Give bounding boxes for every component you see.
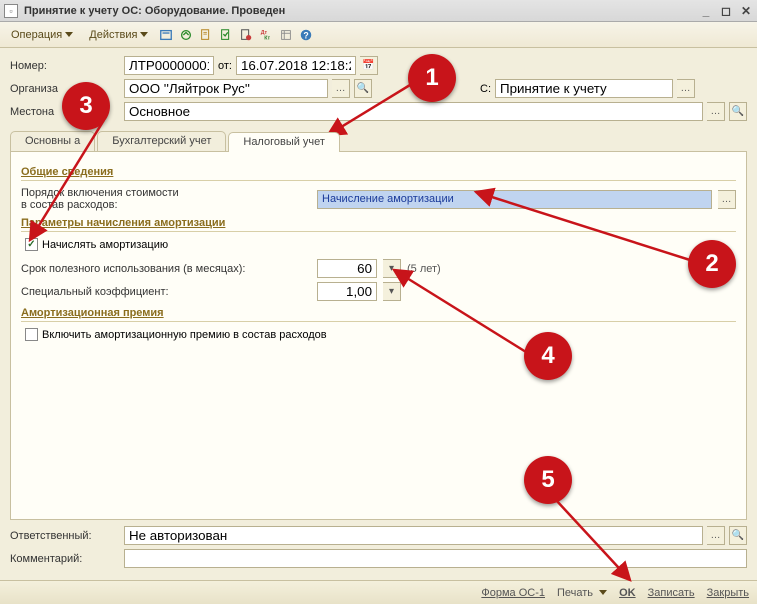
search-icon[interactable]: 🔍 (729, 526, 747, 545)
responsible-input[interactable] (124, 526, 703, 545)
comment-label: Комментарий: (10, 553, 120, 565)
ellipsis-icon[interactable]: … (332, 79, 350, 98)
ellipsis-icon[interactable]: … (677, 79, 695, 98)
ellipsis-icon[interactable]: … (718, 190, 736, 209)
section-general: Общие сведения (21, 166, 736, 181)
cost-inclusion-label2: в состав расходов: (21, 199, 311, 211)
tab-tax[interactable]: Налоговый учет (228, 132, 340, 152)
calendar-icon[interactable]: 📅 (360, 56, 378, 75)
useful-life-label: Срок полезного использования (в месяцах)… (21, 263, 311, 275)
tab-bar: Основны а Бухгалтерский учет Налоговый у… (10, 131, 747, 151)
ellipsis-icon[interactable]: … (707, 526, 725, 545)
bonus-checkbox[interactable] (25, 328, 38, 341)
form-bottom: Ответственный: … 🔍 Комментарий: (10, 520, 747, 572)
marker-3: 3 (62, 82, 110, 130)
caret-icon (599, 590, 607, 595)
cost-inclusion-label1: Порядок включения стоимости (21, 187, 311, 199)
calc-amort-checkbox[interactable]: ✓ (25, 238, 38, 251)
tool-icon-6[interactable]: ДтКт (257, 26, 275, 44)
tool-icon-4[interactable] (217, 26, 235, 44)
caret-icon (65, 32, 73, 37)
print-menu[interactable]: Печать (557, 587, 607, 599)
stepper-icon[interactable]: ▾ (383, 259, 401, 278)
cost-inclusion-select[interactable]: Начисление амортизации (317, 190, 712, 209)
tab-main[interactable]: Основны а (10, 131, 95, 151)
section-bonus: Амортизационная премия (21, 307, 736, 322)
search-icon[interactable]: 🔍 (729, 102, 747, 121)
ellipsis-icon[interactable]: … (707, 102, 725, 121)
useful-life-years: (5 лет) (407, 263, 441, 275)
operation-menu[interactable]: Операция (4, 26, 80, 44)
footer: Форма ОС-1 Печать OK Записать Закрыть (0, 580, 757, 604)
responsible-label: Ответственный: (10, 530, 120, 542)
marker-4: 4 (524, 332, 572, 380)
type-input[interactable] (495, 79, 673, 98)
titlebar: ▫ Принятие к учету ОС: Оборудование. Про… (0, 0, 757, 22)
svg-text:Кт: Кт (265, 35, 271, 41)
section-amort: Параметры начисления амортизации (21, 217, 736, 232)
calc-amort-label: Начислять амортизацию (42, 239, 168, 251)
window-title: Принятие к учету ОС: Оборудование. Прове… (24, 5, 699, 17)
actions-menu[interactable]: Действия (82, 26, 155, 44)
search-icon[interactable]: 🔍 (354, 79, 372, 98)
stepper-icon[interactable]: ▾ (383, 282, 401, 301)
marker-2: 2 (688, 240, 736, 288)
help-icon[interactable]: ? (297, 26, 315, 44)
caret-icon (140, 32, 148, 37)
minimize-button[interactable]: _ (699, 4, 713, 18)
close-link[interactable]: Закрыть (707, 587, 749, 599)
toolbar: Операция Действия ДтКт ? (0, 22, 757, 48)
tool-icon-1[interactable] (157, 26, 175, 44)
org-input[interactable] (124, 79, 328, 98)
form-body: Номер: от: 📅 Организа … 🔍 С: … Местона …… (0, 48, 757, 580)
ok-button[interactable]: OK (619, 587, 636, 599)
date-input[interactable] (236, 56, 356, 75)
svg-text:?: ? (304, 30, 309, 40)
maximize-button[interactable]: ◻ (719, 4, 733, 18)
tab-accounting[interactable]: Бухгалтерский учет (97, 131, 226, 151)
number-label: Номер: (10, 60, 120, 72)
location-input[interactable] (124, 102, 703, 121)
marker-1: 1 (408, 54, 456, 102)
form-os1-link[interactable]: Форма ОС-1 (481, 587, 545, 599)
number-input[interactable] (124, 56, 214, 75)
useful-life-input[interactable] (317, 259, 377, 278)
tab-content: Общие сведения Порядок включения стоимос… (10, 151, 747, 520)
special-coef-label: Специальный коэффициент: (21, 286, 311, 298)
tool-icon-5[interactable] (237, 26, 255, 44)
special-coef-input[interactable] (317, 282, 377, 301)
tool-icon-3[interactable] (197, 26, 215, 44)
bonus-label: Включить амортизационную премию в состав… (42, 329, 327, 341)
tool-icon-2[interactable] (177, 26, 195, 44)
from-label: от: (218, 60, 232, 72)
tool-icon-7[interactable] (277, 26, 295, 44)
marker-5: 5 (524, 456, 572, 504)
type-label: С: (480, 83, 491, 95)
close-button[interactable]: ✕ (739, 4, 753, 18)
comment-input[interactable] (124, 549, 747, 568)
window-controls: _ ◻ ✕ (699, 4, 753, 18)
save-button[interactable]: Записать (648, 587, 695, 599)
window-icon: ▫ (4, 4, 18, 18)
